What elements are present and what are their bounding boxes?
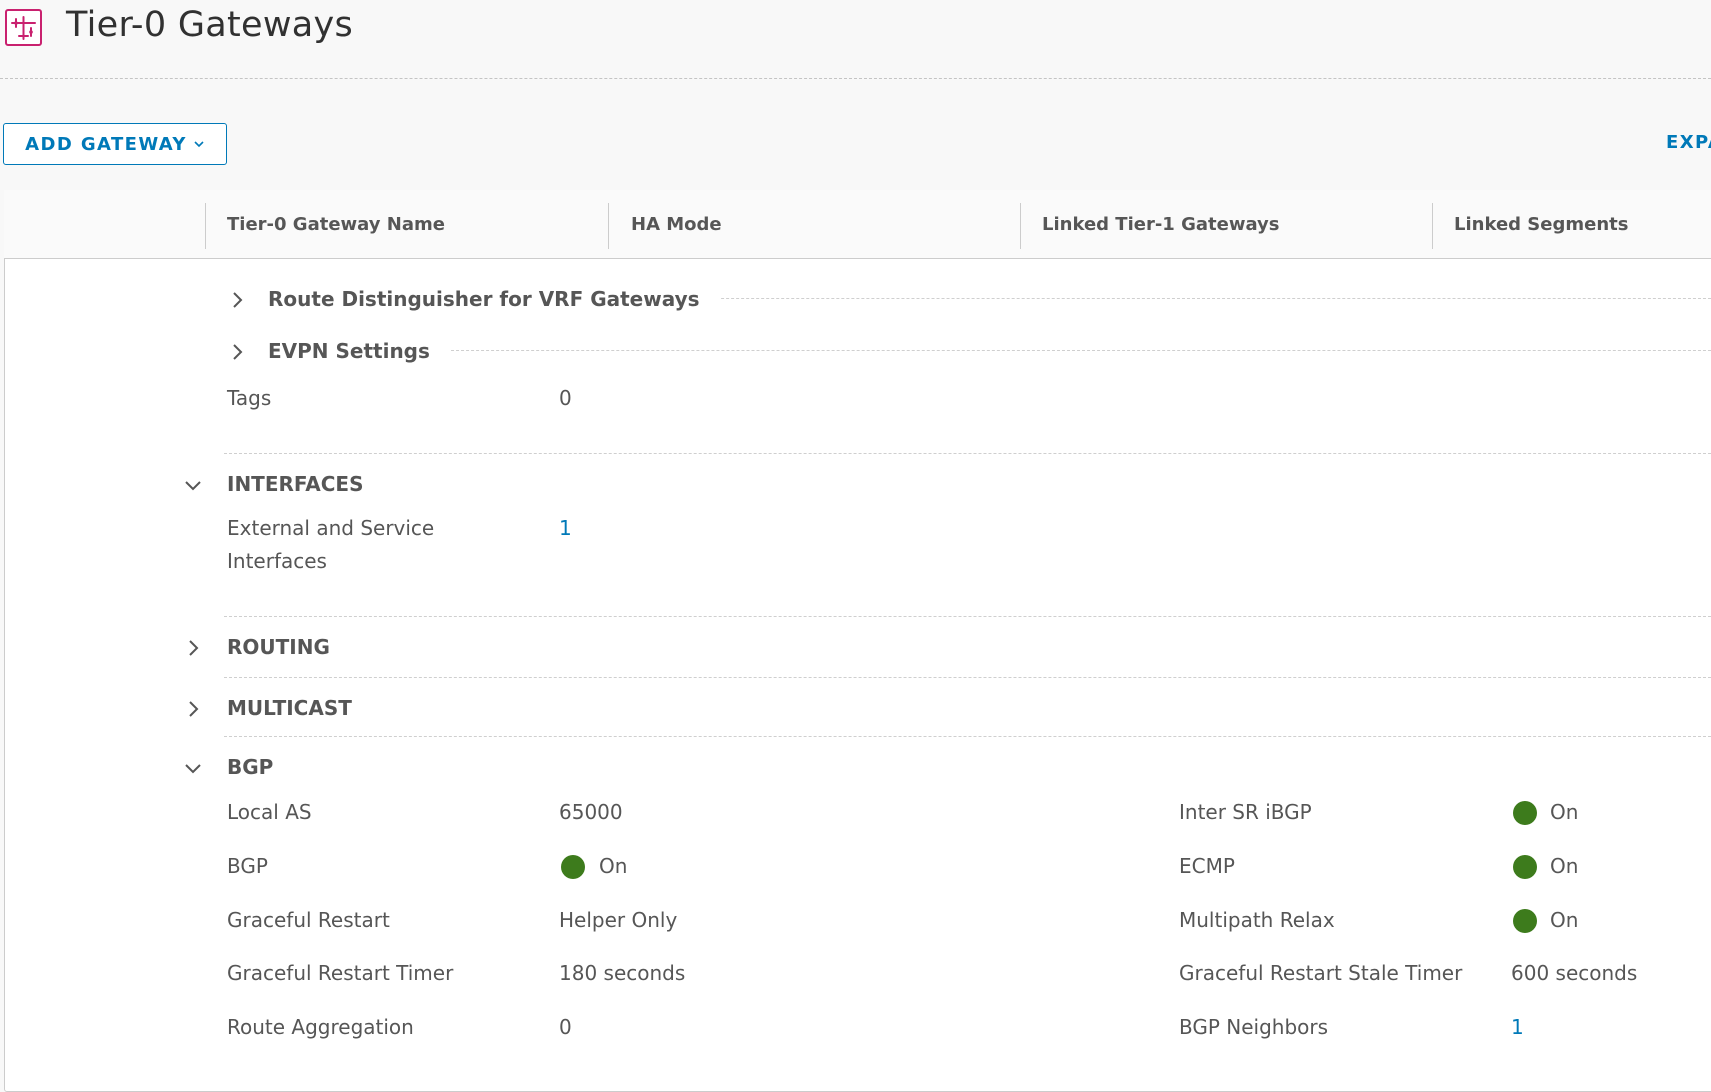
tags-value: 0 bbox=[559, 386, 572, 410]
external-interfaces-label-line2: Interfaces bbox=[227, 549, 327, 573]
column-separator bbox=[608, 203, 609, 249]
divider bbox=[224, 453, 1711, 454]
multipath-relax-label: Multipath Relax bbox=[1179, 908, 1335, 932]
evpn-settings-toggle[interactable]: EVPN Settings bbox=[268, 339, 450, 363]
expand-all-link[interactable]: EXPA bbox=[1666, 132, 1711, 153]
chevron-right-icon[interactable] bbox=[183, 638, 203, 658]
multipath-relax-value: On bbox=[1550, 908, 1579, 932]
column-header-linked-segments[interactable]: Linked Segments bbox=[1454, 214, 1628, 235]
route-aggregation-value: 0 bbox=[559, 1015, 572, 1039]
tags-label: Tags bbox=[227, 386, 272, 410]
chevron-right-icon[interactable] bbox=[227, 342, 247, 362]
bgp-value: On bbox=[599, 854, 628, 878]
status-on-icon bbox=[1513, 801, 1537, 825]
column-separator bbox=[205, 203, 206, 249]
graceful-restart-value: Helper Only bbox=[559, 908, 678, 932]
graceful-restart-timer-label: Graceful Restart Timer bbox=[227, 961, 454, 985]
title-divider bbox=[0, 78, 1711, 79]
chevron-right-icon[interactable] bbox=[227, 290, 247, 310]
route-aggregation-label: Route Aggregation bbox=[227, 1015, 414, 1039]
chevron-down-icon bbox=[194, 141, 204, 148]
interfaces-section-title[interactable]: INTERFACES bbox=[227, 472, 363, 496]
divider bbox=[224, 677, 1711, 678]
graceful-restart-label: Graceful Restart bbox=[227, 908, 390, 932]
column-header-linked-tier1[interactable]: Linked Tier-1 Gateways bbox=[1042, 214, 1280, 235]
column-separator bbox=[1020, 203, 1021, 249]
chevron-down-icon[interactable] bbox=[183, 758, 203, 778]
column-separator bbox=[1432, 203, 1433, 249]
local-as-label: Local AS bbox=[227, 800, 312, 824]
external-interfaces-count-link[interactable]: 1 bbox=[559, 516, 572, 540]
graceful-restart-timer-value: 180 seconds bbox=[559, 961, 686, 985]
local-as-value: 65000 bbox=[559, 800, 623, 824]
bgp-neighbors-count-link[interactable]: 1 bbox=[1511, 1015, 1524, 1039]
ecmp-value: On bbox=[1550, 854, 1579, 878]
graceful-restart-stale-timer-label: Graceful Restart Stale Timer bbox=[1179, 961, 1463, 985]
chevron-down-icon[interactable] bbox=[183, 475, 203, 495]
divider bbox=[436, 350, 1711, 351]
add-gateway-label: ADD GATEWAY bbox=[25, 133, 187, 155]
multicast-section-title[interactable]: MULTICAST bbox=[227, 696, 352, 720]
column-header-name[interactable]: Tier-0 Gateway Name bbox=[227, 214, 445, 235]
divider bbox=[224, 736, 1711, 737]
routing-section-title[interactable]: ROUTING bbox=[227, 635, 330, 659]
bgp-section-title[interactable]: BGP bbox=[227, 755, 273, 779]
graceful-restart-stale-timer-value: 600 seconds bbox=[1511, 961, 1638, 985]
bgp-label: BGP bbox=[227, 854, 268, 878]
status-on-icon bbox=[1513, 855, 1537, 879]
bgp-neighbors-label: BGP Neighbors bbox=[1179, 1015, 1329, 1039]
chevron-right-icon[interactable] bbox=[183, 699, 203, 719]
tier0-gateway-icon bbox=[5, 9, 42, 46]
page-title: Tier-0 Gateways bbox=[66, 5, 354, 45]
status-on-icon bbox=[1513, 909, 1537, 933]
status-on-icon bbox=[561, 855, 585, 879]
inter-sr-ibgp-label: Inter SR iBGP bbox=[1179, 800, 1312, 824]
divider bbox=[224, 616, 1711, 617]
external-interfaces-label-line1: External and Service bbox=[227, 516, 435, 540]
inter-sr-ibgp-value: On bbox=[1550, 800, 1579, 824]
ecmp-label: ECMP bbox=[1179, 854, 1235, 878]
add-gateway-button[interactable]: ADD GATEWAY bbox=[3, 123, 227, 165]
column-header-ha-mode[interactable]: HA Mode bbox=[631, 214, 722, 235]
route-distinguisher-toggle[interactable]: Route Distinguisher for VRF Gateways bbox=[268, 287, 720, 311]
divider bbox=[676, 298, 1711, 299]
